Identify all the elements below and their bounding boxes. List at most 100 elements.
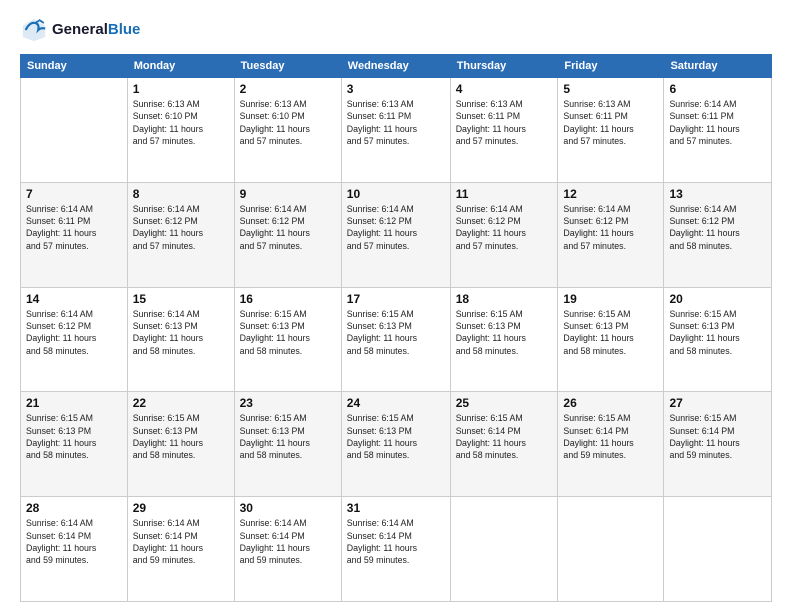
day-number: 27 <box>669 396 766 410</box>
day-info: Sunrise: 6:14 AMSunset: 6:11 PMDaylight:… <box>26 203 122 252</box>
calendar-cell: 13Sunrise: 6:14 AMSunset: 6:12 PMDayligh… <box>664 182 772 287</box>
week-row-2: 7Sunrise: 6:14 AMSunset: 6:11 PMDaylight… <box>21 182 772 287</box>
calendar-cell: 24 Sunrise: 6:15 AMSunset: 6:13 PMDayligh… <box>341 392 450 497</box>
calendar-cell: 8 Sunrise: 6:14 AMSunset: 6:12 PMDaylight… <box>127 182 234 287</box>
logo-icon <box>20 16 48 44</box>
calendar-cell: 28 Sunrise: 6:14 AMSunset: 6:14 PMDayligh… <box>21 497 128 602</box>
calendar-cell: 18 Sunrise: 6:15 AMSunset: 6:13 PMDayligh… <box>450 287 558 392</box>
day-info: Sunrise: 6:15 AMSunset: 6:13 PMDaylight:… <box>26 412 122 461</box>
day-info: Sunrise: 6:14 AMSunset: 6:12 PMDaylight:… <box>26 308 122 357</box>
day-info: Sunrise: 6:14 AMSunset: 6:12 PMDaylight:… <box>240 203 336 252</box>
calendar-cell: 25 Sunrise: 6:15 AMSunset: 6:14 PMDayligh… <box>450 392 558 497</box>
calendar-cell: 15Sunrise: 6:14 AMSunset: 6:13 PMDayligh… <box>127 287 234 392</box>
day-number: 25 <box>456 396 553 410</box>
day-info: Sunrise: 6:15 AMSunset: 6:13 PMDaylight:… <box>240 308 336 357</box>
day-number: 22 <box>133 396 229 410</box>
week-row-1: 1 Sunrise: 6:13 AMSunset: 6:10 PMDaylight… <box>21 78 772 183</box>
day-info: Sunrise: 6:14 AMSunset: 6:14 PMDaylight:… <box>240 517 336 566</box>
day-info: Sunrise: 6:15 AMSunset: 6:13 PMDaylight:… <box>347 308 445 357</box>
day-info: Sunrise: 6:14 AMSunset: 6:14 PMDaylight:… <box>347 517 445 566</box>
calendar-cell: 21 Sunrise: 6:15 AMSunset: 6:13 PMDayligh… <box>21 392 128 497</box>
calendar-cell: 10 Sunrise: 6:14 AMSunset: 6:12 PMDayligh… <box>341 182 450 287</box>
calendar-table: SundayMondayTuesdayWednesdayThursdayFrid… <box>20 54 772 602</box>
weekday-header-saturday: Saturday <box>664 55 772 78</box>
weekday-header-monday: Monday <box>127 55 234 78</box>
calendar-cell: 16 Sunrise: 6:15 AMSunset: 6:13 PMDayligh… <box>234 287 341 392</box>
calendar-cell <box>450 497 558 602</box>
calendar-cell: 3Sunrise: 6:13 AMSunset: 6:11 PMDaylight… <box>341 78 450 183</box>
day-number: 12 <box>563 187 658 201</box>
day-info: Sunrise: 6:15 AMSunset: 6:13 PMDaylight:… <box>563 308 658 357</box>
day-info: Sunrise: 6:14 AMSunset: 6:12 PMDaylight:… <box>347 203 445 252</box>
day-number: 19 <box>563 292 658 306</box>
day-info: Sunrise: 6:15 AMSunset: 6:14 PMDaylight:… <box>563 412 658 461</box>
weekday-header-friday: Friday <box>558 55 664 78</box>
weekday-header-thursday: Thursday <box>450 55 558 78</box>
day-info: Sunrise: 6:15 AMSunset: 6:13 PMDaylight:… <box>133 412 229 461</box>
day-number: 24 <box>347 396 445 410</box>
day-info: Sunrise: 6:13 AMSunset: 6:10 PMDaylight:… <box>240 98 336 147</box>
day-info: Sunrise: 6:14 AMSunset: 6:14 PMDaylight:… <box>26 517 122 566</box>
header: GeneralBlue <box>20 16 772 44</box>
day-info: Sunrise: 6:15 AMSunset: 6:14 PMDaylight:… <box>669 412 766 461</box>
calendar-cell <box>558 497 664 602</box>
day-number: 2 <box>240 82 336 96</box>
day-number: 6 <box>669 82 766 96</box>
day-number: 18 <box>456 292 553 306</box>
day-number: 16 <box>240 292 336 306</box>
calendar-cell: 12 Sunrise: 6:14 AMSunset: 6:12 PMDayligh… <box>558 182 664 287</box>
day-number: 9 <box>240 187 336 201</box>
day-info: Sunrise: 6:15 AMSunset: 6:13 PMDaylight:… <box>669 308 766 357</box>
calendar-cell: 29 Sunrise: 6:14 AMSunset: 6:14 PMDayligh… <box>127 497 234 602</box>
day-info: Sunrise: 6:14 AMSunset: 6:12 PMDaylight:… <box>456 203 553 252</box>
day-info: Sunrise: 6:15 AMSunset: 6:13 PMDaylight:… <box>456 308 553 357</box>
day-info: Sunrise: 6:15 AMSunset: 6:13 PMDaylight:… <box>347 412 445 461</box>
weekday-header-sunday: Sunday <box>21 55 128 78</box>
calendar-cell: 22 Sunrise: 6:15 AMSunset: 6:13 PMDayligh… <box>127 392 234 497</box>
week-row-3: 14 Sunrise: 6:14 AMSunset: 6:12 PMDayligh… <box>21 287 772 392</box>
calendar-cell <box>664 497 772 602</box>
day-number: 10 <box>347 187 445 201</box>
calendar-cell: 31 Sunrise: 6:14 AMSunset: 6:14 PMDayligh… <box>341 497 450 602</box>
calendar-cell: 4Sunrise: 6:13 AMSunset: 6:11 PMDaylight… <box>450 78 558 183</box>
calendar-cell: 7Sunrise: 6:14 AMSunset: 6:11 PMDaylight… <box>21 182 128 287</box>
calendar-cell: 14 Sunrise: 6:14 AMSunset: 6:12 PMDayligh… <box>21 287 128 392</box>
day-number: 13 <box>669 187 766 201</box>
day-number: 14 <box>26 292 122 306</box>
day-info: Sunrise: 6:14 AMSunset: 6:13 PMDaylight:… <box>133 308 229 357</box>
day-info: Sunrise: 6:13 AMSunset: 6:11 PMDaylight:… <box>456 98 553 147</box>
logo: GeneralBlue <box>20 16 140 44</box>
weekday-header-wednesday: Wednesday <box>341 55 450 78</box>
weekday-header-tuesday: Tuesday <box>234 55 341 78</box>
day-info: Sunrise: 6:14 AMSunset: 6:14 PMDaylight:… <box>133 517 229 566</box>
week-row-5: 28 Sunrise: 6:14 AMSunset: 6:14 PMDayligh… <box>21 497 772 602</box>
day-number: 1 <box>133 82 229 96</box>
day-info: Sunrise: 6:15 AMSunset: 6:14 PMDaylight:… <box>456 412 553 461</box>
day-info: Sunrise: 6:14 AMSunset: 6:12 PMDaylight:… <box>563 203 658 252</box>
calendar-cell: 23Sunrise: 6:15 AMSunset: 6:13 PMDayligh… <box>234 392 341 497</box>
day-number: 11 <box>456 187 553 201</box>
weekday-row: SundayMondayTuesdayWednesdayThursdayFrid… <box>21 55 772 78</box>
day-info: Sunrise: 6:13 AMSunset: 6:10 PMDaylight:… <box>133 98 229 147</box>
calendar-cell: 20 Sunrise: 6:15 AMSunset: 6:13 PMDayligh… <box>664 287 772 392</box>
calendar-cell: 27 Sunrise: 6:15 AMSunset: 6:14 PMDayligh… <box>664 392 772 497</box>
day-number: 31 <box>347 501 445 515</box>
day-number: 28 <box>26 501 122 515</box>
day-number: 29 <box>133 501 229 515</box>
week-row-4: 21 Sunrise: 6:15 AMSunset: 6:13 PMDayligh… <box>21 392 772 497</box>
day-number: 21 <box>26 396 122 410</box>
day-info: Sunrise: 6:14 AMSunset: 6:11 PMDaylight:… <box>669 98 766 147</box>
calendar-cell: 6 Sunrise: 6:14 AMSunset: 6:11 PMDaylight… <box>664 78 772 183</box>
day-info: Sunrise: 6:15 AMSunset: 6:13 PMDaylight:… <box>240 412 336 461</box>
calendar-cell: 11 Sunrise: 6:14 AMSunset: 6:12 PMDayligh… <box>450 182 558 287</box>
calendar-cell: 5Sunrise: 6:13 AMSunset: 6:11 PMDaylight… <box>558 78 664 183</box>
day-number: 26 <box>563 396 658 410</box>
day-number: 8 <box>133 187 229 201</box>
day-info: Sunrise: 6:14 AMSunset: 6:12 PMDaylight:… <box>133 203 229 252</box>
calendar-cell <box>21 78 128 183</box>
calendar-body: 1 Sunrise: 6:13 AMSunset: 6:10 PMDaylight… <box>21 78 772 602</box>
day-number: 20 <box>669 292 766 306</box>
logo-text: GeneralBlue <box>52 21 140 39</box>
calendar-cell: 9 Sunrise: 6:14 AMSunset: 6:12 PMDaylight… <box>234 182 341 287</box>
day-info: Sunrise: 6:13 AMSunset: 6:11 PMDaylight:… <box>563 98 658 147</box>
